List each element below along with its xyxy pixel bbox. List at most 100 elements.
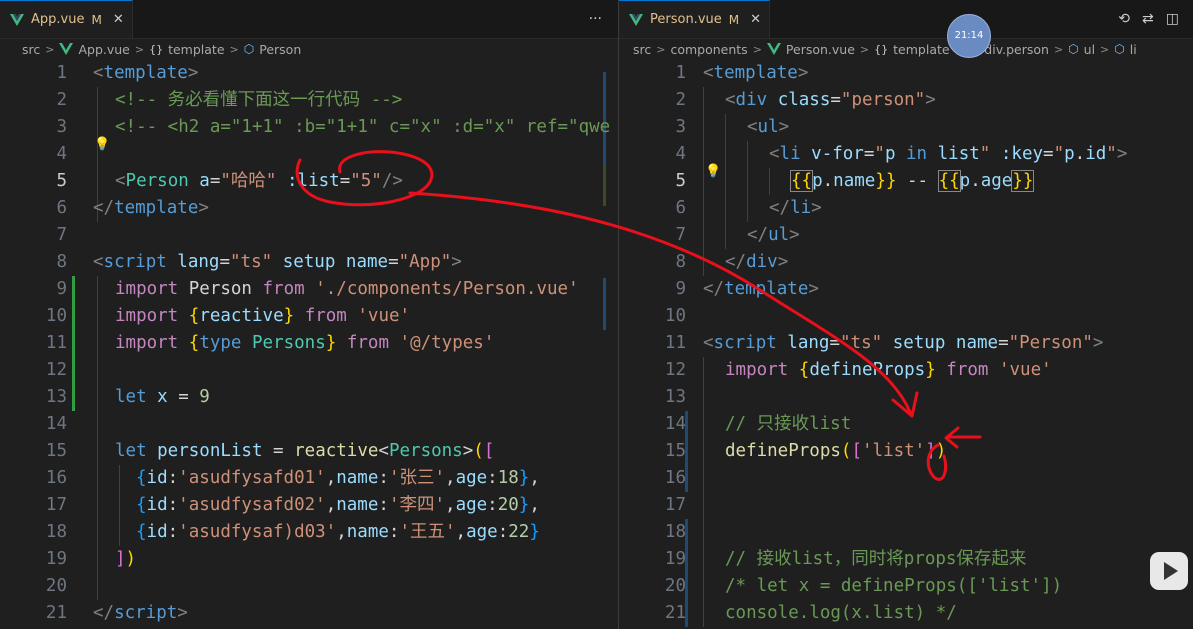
lightbulb-icon[interactable]: 💡 bbox=[94, 137, 110, 152]
breadcrumb-item-template[interactable]: template bbox=[893, 42, 949, 57]
line-number-label: 12 bbox=[664, 360, 686, 380]
line-number-label: 20 bbox=[45, 576, 67, 596]
line-number-label: 6 bbox=[56, 198, 67, 218]
chevron-right-icon: > bbox=[229, 42, 239, 56]
line-number-label: 20 bbox=[664, 576, 686, 596]
line-number-label: 11 bbox=[45, 333, 67, 353]
line-number-label: 13 bbox=[45, 387, 67, 407]
breadcrumb: src > App.vue > {} template > ⬡ Person bbox=[0, 38, 618, 60]
element-cube-icon: ⬡ bbox=[1114, 42, 1125, 56]
line-number-label: 14 bbox=[664, 414, 686, 434]
line-number-label: 21 bbox=[664, 603, 686, 623]
breadcrumb-item-person[interactable]: Person bbox=[259, 42, 301, 57]
breadcrumb-item-src[interactable]: src bbox=[633, 42, 651, 57]
line-number-label: 8 bbox=[56, 252, 67, 272]
line-number-label: 12 bbox=[45, 360, 67, 380]
braces-icon: {} bbox=[149, 42, 164, 56]
indent-guide bbox=[725, 114, 726, 249]
tab-app-vue[interactable]: App.vue M ✕ bbox=[0, 0, 133, 38]
line-number-label: 17 bbox=[45, 495, 67, 515]
breadcrumb-item-template[interactable]: template bbox=[168, 42, 224, 57]
braces-icon: {} bbox=[874, 42, 889, 56]
breadcrumb-item-file[interactable]: App.vue bbox=[78, 42, 129, 57]
line-number-label: 4 bbox=[56, 144, 67, 164]
compare-changes-icon[interactable]: ⇄ bbox=[1142, 11, 1154, 27]
git-added-marker bbox=[72, 303, 75, 411]
close-tab-icon[interactable]: ✕ bbox=[113, 12, 124, 27]
line-number-label: 9 bbox=[56, 279, 67, 299]
breadcrumb-item-file[interactable]: Person.vue bbox=[786, 42, 855, 57]
component-cube-icon: ⬡ bbox=[243, 42, 255, 56]
line-number-label: 19 bbox=[664, 549, 686, 569]
right-tab-actions: ⟲ ⇄ ◫ bbox=[1118, 0, 1179, 38]
indent-guide bbox=[703, 357, 704, 627]
left-editor-pane[interactable]: App.vue M ✕ ··· src > App.vue > {} templ… bbox=[0, 0, 618, 629]
line-number-label: 13 bbox=[664, 387, 686, 407]
line-number-label: 11 bbox=[664, 333, 686, 353]
line-number-label: 3 bbox=[675, 117, 686, 137]
chevron-right-icon: > bbox=[45, 42, 55, 56]
lightbulb-icon[interactable]: 💡 bbox=[705, 164, 721, 179]
chevron-right-icon: > bbox=[656, 42, 666, 56]
breadcrumb-item-div-person[interactable]: div.person bbox=[984, 42, 1049, 57]
chevron-right-icon: > bbox=[752, 42, 762, 56]
close-tab-icon[interactable]: ✕ bbox=[750, 12, 761, 27]
line-number-label: 7 bbox=[56, 225, 67, 245]
more-actions-icon[interactable]: ··· bbox=[589, 11, 602, 27]
line-number-label: 9 bbox=[675, 279, 686, 299]
line-number-label: 16 bbox=[664, 468, 686, 488]
line-number-label: 1 bbox=[56, 63, 67, 83]
chevron-right-icon: > bbox=[859, 42, 870, 56]
tab-label: App.vue bbox=[31, 12, 85, 27]
indent-guide bbox=[119, 465, 120, 546]
history-icon[interactable]: ⟲ bbox=[1118, 11, 1130, 27]
left-tab-actions: ··· bbox=[589, 0, 602, 38]
breadcrumb: src > components > Person.vue > {} templ… bbox=[619, 38, 1193, 60]
vue-file-icon bbox=[629, 13, 643, 26]
indent-guide bbox=[769, 168, 770, 195]
breadcrumb-item-li[interactable]: li bbox=[1130, 42, 1137, 57]
breadcrumb-item-components[interactable]: components bbox=[670, 42, 747, 57]
tab-person-vue[interactable]: Person.vue M ✕ bbox=[619, 0, 771, 38]
element-cube-icon: ⬡ bbox=[1068, 42, 1079, 56]
line-number-label: 15 bbox=[45, 441, 67, 461]
line-number-label: 10 bbox=[45, 306, 67, 326]
line-number-label: 21 bbox=[45, 603, 67, 623]
chevron-right-icon: > bbox=[1053, 42, 1064, 56]
left-tab-bar: App.vue M ✕ ··· bbox=[0, 0, 618, 39]
right-editor-pane[interactable]: Person.vue M ✕ ⟲ ⇄ ◫ src > components > … bbox=[619, 0, 1193, 629]
code-editor[interactable]: 💡 1 2 3 4 5 6 7 8 9 10 11 12 13 14 15 16 17 18 19 20 21 <tem… bbox=[0, 60, 618, 629]
play-icon bbox=[1164, 562, 1178, 580]
play-button[interactable] bbox=[1150, 552, 1188, 590]
indent-guide bbox=[703, 87, 704, 276]
line-number-label: 8 bbox=[675, 252, 686, 272]
line-number-label: 7 bbox=[675, 225, 686, 245]
line-number-label: 15 bbox=[664, 441, 686, 461]
line-number-label: 5 bbox=[675, 171, 686, 191]
indent-guide bbox=[97, 276, 98, 600]
right-tab-bar: Person.vue M ✕ ⟲ ⇄ ◫ bbox=[619, 0, 1193, 39]
chevron-right-icon: > bbox=[134, 42, 145, 56]
line-number-label: 2 bbox=[56, 90, 67, 110]
chevron-right-icon: > bbox=[1100, 42, 1110, 56]
line-number-label: 10 bbox=[664, 306, 686, 326]
code-editor[interactable]: 💡 1 2 3 4 5 6 7 8 9 10 11 12 13 14 15 16 17 18 19 20 21 <tem… bbox=[619, 60, 1193, 629]
line-number-label: 4 bbox=[675, 144, 686, 164]
modified-indicator: M bbox=[91, 12, 102, 27]
breadcrumb-item-src[interactable]: src bbox=[22, 42, 40, 57]
line-number-label: 18 bbox=[664, 522, 686, 542]
tab-label: Person.vue bbox=[650, 12, 722, 27]
line-number-label: 18 bbox=[45, 522, 67, 542]
line-number-label: 2 bbox=[675, 90, 686, 110]
breadcrumb-item-ul[interactable]: ul bbox=[1084, 42, 1095, 57]
line-number-label: 5 bbox=[56, 171, 67, 191]
vue-file-icon bbox=[10, 13, 24, 26]
vue-file-icon bbox=[766, 43, 781, 55]
line-number-label: 6 bbox=[675, 198, 686, 218]
modified-indicator: M bbox=[728, 12, 740, 27]
line-number-label: 17 bbox=[664, 495, 686, 515]
split-editor-icon[interactable]: ◫ bbox=[1166, 11, 1179, 27]
scrollbar-marker bbox=[603, 278, 606, 330]
indent-guide bbox=[747, 141, 748, 222]
floating-clock-badge: 21:14 bbox=[947, 14, 991, 58]
